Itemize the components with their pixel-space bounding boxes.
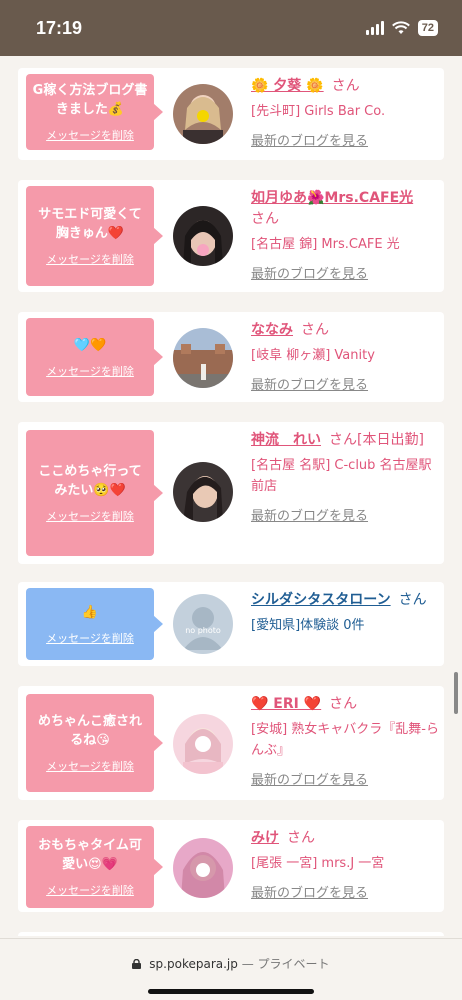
delete-message-link[interactable]: メッセージを削除 [46, 127, 134, 143]
message-bubble: 🩵🧡 メッセージを削除 [26, 318, 163, 396]
latest-blog-link[interactable]: 最新のブログを見る [251, 769, 439, 788]
honorific: さん [301, 322, 329, 338]
no-photo-label: no photo [185, 626, 221, 635]
delete-message-link[interactable]: メッセージを削除 [46, 630, 134, 646]
profile-name-link[interactable]: ❤️ ERI ❤️ [251, 696, 321, 712]
delete-message-link[interactable]: メッセージを削除 [46, 508, 134, 524]
honorific: さん [331, 78, 360, 94]
shop-name: [先斗町] Girls Bar Co. [251, 104, 386, 119]
profile-name-link[interactable]: 神流 れい [251, 432, 321, 448]
review-count: [愛知県]体験談 0件 [251, 618, 365, 633]
list-item: ここめちゃ行ってみたい🥺❤️ メッセージを削除 神流 れい さん[本日出勤] [名… [18, 422, 444, 564]
list-item: めちゃんこ癒されるね😘 メッセージを削除 ❤️ ERI ❤️ さん [安城] 熟女… [18, 686, 444, 800]
profile-info: シルダシタスタローン さん [愛知県]体験談 0件 [251, 590, 439, 636]
profile-name-link[interactable]: ななみ [251, 322, 293, 338]
avatar[interactable] [173, 206, 233, 266]
profile-info: ななみ さん [岐阜 柳ヶ瀬] Vanity 最新のブログを見る [251, 320, 439, 393]
delete-message-link[interactable]: メッセージを削除 [46, 758, 134, 774]
privacy-label: — プライベート [241, 957, 330, 971]
profile-info: 如月ゆあ🌺Mrs.CAFE光 さん [名古屋 錦] Mrs.CAFE 光 最新の… [251, 188, 439, 282]
message-text: めちゃんこ癒されるね😘 [37, 714, 142, 748]
message-bubble: 👍 メッセージを削除 [26, 588, 163, 660]
status-icons: 72 [365, 20, 438, 36]
delete-message-link[interactable]: メッセージを削除 [46, 251, 134, 267]
shop-name: [名古屋 名駅] C-club 名古屋駅前店 [251, 458, 432, 494]
avatar[interactable] [173, 714, 233, 774]
profile-info: ❤️ ERI ❤️ さん [安城] 熟女キャバクラ『乱舞-らんぶ』 最新のブログを… [251, 694, 439, 788]
scrollbar-thumb[interactable] [454, 672, 458, 714]
url-text: sp.pokepara.jp [149, 957, 238, 971]
message-text: サモエド可愛くて胸きゅん❤️ [38, 207, 142, 241]
list-item [18, 932, 444, 936]
shop-name: [尾張 一宮] mrs.J 一宮 [251, 856, 385, 871]
browser-address-bar[interactable]: sp.pokepara.jp — プライベート [0, 938, 462, 1000]
message-text: 🩵🧡 [73, 337, 107, 353]
list-item: サモエド可愛くて胸きゅん❤️ メッセージを削除 如月ゆあ🌺Mrs.CAFE光 さ… [18, 180, 444, 292]
message-text: ここめちゃ行ってみたい🥺❤️ [38, 464, 142, 498]
message-bubble: G稼く方法ブログ書きました💰 メッセージを削除 [26, 74, 163, 150]
home-indicator[interactable] [148, 989, 314, 994]
latest-blog-link[interactable]: 最新のブログを見る [251, 130, 439, 149]
honorific: さん [329, 696, 358, 712]
status-time: 17:19 [36, 18, 83, 38]
battery-icon: 72 [417, 20, 438, 36]
latest-blog-link[interactable]: 最新のブログを見る [251, 263, 439, 282]
lock-icon [132, 959, 142, 969]
message-text: 👍 [81, 604, 99, 620]
honorific-status: さん[本日出勤] [329, 432, 424, 448]
profile-info: 神流 れい さん[本日出勤] [名古屋 名駅] C-club 名古屋駅前店 最新の… [251, 430, 439, 524]
message-text: G稼く方法ブログ書きました💰 [32, 83, 148, 117]
latest-blog-link[interactable]: 最新のブログを見る [251, 505, 439, 524]
honorific: さん [251, 211, 279, 227]
message-bubble: サモエド可愛くて胸きゅん❤️ メッセージを削除 [26, 186, 163, 286]
shop-name: [安城] 熟女キャバクラ『乱舞-らんぶ』 [251, 722, 439, 758]
honorific: さん [287, 830, 315, 846]
list-item: 🩵🧡 メッセージを削除 ななみ さん [岐阜 柳ヶ瀬] Vanity 最新のブログ… [18, 312, 444, 402]
message-bubble: ここめちゃ行ってみたい🥺❤️ メッセージを削除 [26, 430, 163, 556]
avatar[interactable] [173, 462, 233, 522]
list-item: G稼く方法ブログ書きました💰 メッセージを削除 🌼 夕葵 🌼 さん [先斗町] G… [18, 68, 444, 160]
wifi-icon [391, 21, 410, 34]
avatar[interactable] [173, 328, 233, 388]
profile-name-link[interactable]: シルダシタスタローン [251, 592, 391, 608]
url-row[interactable]: sp.pokepara.jp — プライベート [0, 955, 462, 972]
profile-name-link[interactable]: 如月ゆあ🌺Mrs.CAFE光 [251, 190, 413, 206]
honorific: さん [398, 592, 427, 608]
message-bubble: おもちゃタイム可愛い😍💗 メッセージを削除 [26, 826, 163, 908]
avatar-no-photo[interactable]: no photo [173, 594, 233, 654]
profile-info: 🌼 夕葵 🌼 さん [先斗町] Girls Bar Co. 最新のブログを見る [251, 76, 439, 149]
delete-message-link[interactable]: メッセージを削除 [46, 882, 134, 898]
shop-name: [岐阜 柳ヶ瀬] Vanity [251, 348, 375, 363]
message-list[interactable]: G稼く方法ブログ書きました💰 メッセージを削除 🌼 夕葵 🌼 さん [先斗町] G… [0, 56, 462, 936]
list-item: 👍 メッセージを削除 no photo シルダシタスタローン さん [愛知県]体験… [18, 582, 444, 666]
message-text: おもちゃタイム可愛い😍💗 [38, 838, 142, 872]
list-item: おもちゃタイム可愛い😍💗 メッセージを削除 みけ さん [尾張 一宮] mrs.J… [18, 820, 444, 912]
profile-info: みけ さん [尾張 一宮] mrs.J 一宮 最新のブログを見る [251, 828, 439, 901]
latest-blog-link[interactable]: 最新のブログを見る [251, 882, 439, 901]
profile-name-link[interactable]: みけ [251, 830, 279, 846]
status-bar: 17:19 72 [0, 0, 462, 56]
latest-blog-link[interactable]: 最新のブログを見る [251, 374, 439, 393]
message-bubble: めちゃんこ癒されるね😘 メッセージを削除 [26, 694, 163, 792]
profile-name-link[interactable]: 🌼 夕葵 🌼 [251, 78, 324, 94]
shop-name: [名古屋 錦] Mrs.CAFE 光 [251, 237, 400, 252]
delete-message-link[interactable]: メッセージを削除 [46, 363, 134, 379]
signal-icon [365, 21, 384, 35]
avatar[interactable] [173, 84, 233, 144]
avatar[interactable] [173, 838, 233, 898]
